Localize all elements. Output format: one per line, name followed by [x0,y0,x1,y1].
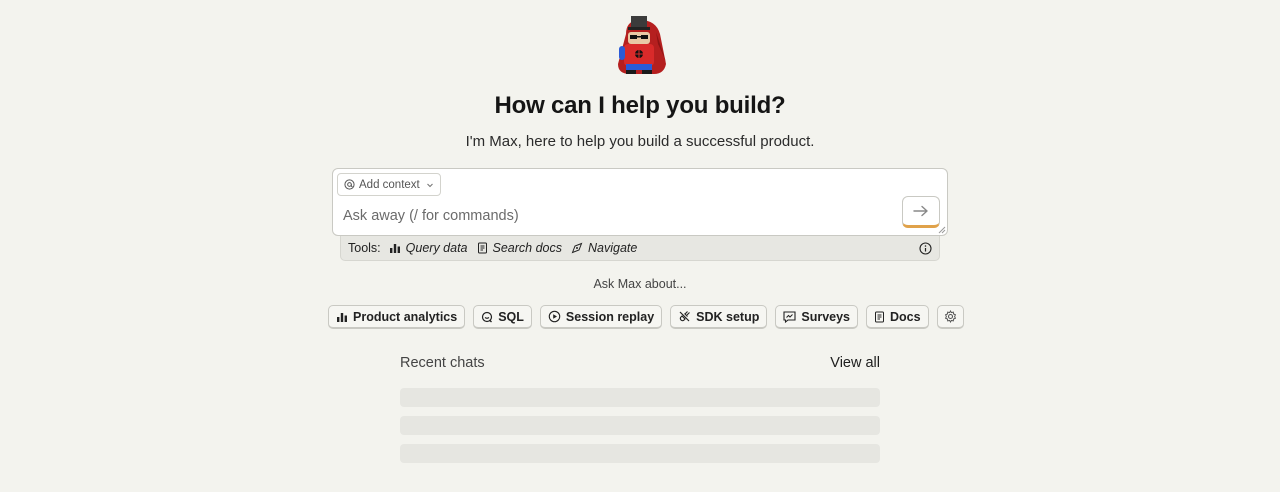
chip-label: Surveys [801,309,851,324]
page-title: How can I help you build? [494,92,786,119]
tool-query-data: Query data [389,241,468,255]
gear-icon [944,310,956,323]
replay-icon [548,310,561,323]
add-context-button[interactable]: Add context [337,173,441,196]
recent-chat-skeleton [400,444,880,463]
sql-icon [482,311,493,322]
suggestion-sql[interactable]: SQL [473,305,532,329]
send-button[interactable] [902,196,940,228]
recent-chat-skeleton [400,388,880,407]
suggestion-session-replay[interactable]: Session replay [539,305,663,329]
chip-label: Product analytics [353,309,458,324]
recent-chats-header: Recent chats View all [400,355,880,371]
compass-icon [571,242,583,254]
document-icon [875,311,885,322]
prompt-input[interactable] [343,205,883,227]
suggestions-label: Ask Max about... [593,277,687,291]
tool-label: Query data [405,241,468,255]
chip-label: Session replay [565,309,655,324]
recent-chats-title: Recent chats [400,355,485,371]
bar-chart-icon [389,244,400,253]
tool-search-docs: Search docs [477,241,562,255]
tool-label: Navigate [587,241,638,255]
suggestion-sdk-setup[interactable]: SDK setup [670,305,768,329]
add-context-label: Add context [359,178,420,191]
tools-bar: Tools: Query data Search docs Navigate [340,236,940,261]
prompt-composer: Add context [332,168,948,236]
chip-label: Docs [890,309,921,324]
page-subtitle: I'm Max, here to help you build a succes… [465,133,815,150]
tool-navigate: Navigate [571,241,637,255]
chip-label: SQL [498,309,524,324]
suggestion-surveys[interactable]: Surveys [775,305,859,329]
bar-chart-icon [337,312,347,322]
chip-label: SDK setup [696,309,760,324]
suggestion-chips: Product analytics SQL Session replay SDK… [328,305,964,329]
info-icon[interactable] [919,242,932,255]
plug-off-icon [679,311,691,322]
view-all-link[interactable]: View all [830,355,880,371]
at-sign-icon [344,179,355,190]
tools-label: Tools: [348,241,381,255]
tool-label: Search docs [492,241,562,255]
suggestion-settings-button[interactable] [936,305,964,329]
suggestion-docs[interactable]: Docs [866,305,929,329]
arrow-right-icon [913,205,928,217]
max-hedgehog-mascot-icon [618,16,666,74]
document-icon [477,242,487,254]
suggestion-product-analytics[interactable]: Product analytics [328,305,466,329]
recent-chat-skeleton [400,416,880,435]
survey-icon [783,310,796,323]
chevron-down-icon [426,183,433,187]
resize-handle-icon[interactable] [938,226,946,234]
